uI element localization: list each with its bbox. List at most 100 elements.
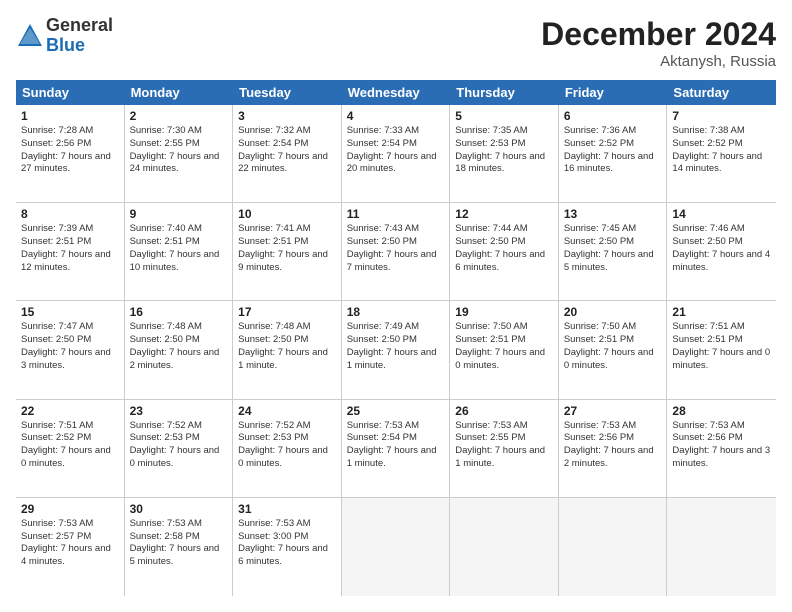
- logo-blue: Blue: [46, 36, 113, 56]
- calendar-cell: 25Sunrise: 7:53 AM Sunset: 2:54 PM Dayli…: [342, 400, 451, 497]
- cell-info: Sunrise: 7:53 AM Sunset: 2:56 PM Dayligh…: [564, 420, 662, 471]
- cell-info: Sunrise: 7:51 AM Sunset: 2:51 PM Dayligh…: [672, 321, 771, 372]
- cell-info: Sunrise: 7:52 AM Sunset: 2:53 PM Dayligh…: [130, 420, 228, 471]
- cell-info: Sunrise: 7:51 AM Sunset: 2:52 PM Dayligh…: [21, 420, 119, 471]
- calendar-cell: 2 Sunrise: 7:30 AM Sunset: 2:55 PM Daylig…: [125, 105, 234, 202]
- calendar-cell: 22 Sunrise: 7:51 AM Sunset: 2:52 PM Dayli…: [16, 400, 125, 497]
- calendar-cell: 23 Sunrise: 7:52 AM Sunset: 2:53 PM Dayli…: [125, 400, 234, 497]
- day-number: 9: [130, 207, 228, 221]
- day-number: 18: [347, 305, 445, 319]
- calendar-cell: 1 Sunrise: 7:28 AM Sunset: 2:56 PM Daylig…: [16, 105, 125, 202]
- calendar-cell: 21 Sunrise: 7:51 AM Sunset: 2:51 PM Dayli…: [667, 301, 776, 398]
- month-title: December 2024: [541, 16, 776, 53]
- calendar-cell: 26Sunrise: 7:53 AM Sunset: 2:55 PM Dayli…: [450, 400, 559, 497]
- calendar-cell: 18 Sunrise: 7:49 AM Sunset: 2:50 PM Dayli…: [342, 301, 451, 398]
- calendar-cell: 28 Sunrise: 7:53 AM Sunset: 2:56 PM Dayli…: [667, 400, 776, 497]
- cell-info: Sunrise: 7:52 AM Sunset: 2:53 PM Dayligh…: [238, 420, 336, 471]
- calendar-cell: 15 Sunrise: 7:47 AM Sunset: 2:50 PM Dayli…: [16, 301, 125, 398]
- day-number: 1: [21, 109, 119, 123]
- calendar-cell: 27Sunrise: 7:53 AM Sunset: 2:56 PM Dayli…: [559, 400, 668, 497]
- calendar-cell: 31Sunrise: 7:53 AM Sunset: 3:00 PM Dayli…: [233, 498, 342, 596]
- header-day: Thursday: [450, 80, 559, 105]
- logo: General Blue: [16, 16, 113, 56]
- calendar-cell: 20Sunrise: 7:50 AM Sunset: 2:51 PM Dayli…: [559, 301, 668, 398]
- cell-info: Sunrise: 7:46 AM Sunset: 2:50 PM Dayligh…: [672, 223, 771, 274]
- calendar-row: 22 Sunrise: 7:51 AM Sunset: 2:52 PM Dayli…: [16, 400, 776, 498]
- calendar-header: SundayMondayTuesdayWednesdayThursdayFrid…: [16, 80, 776, 105]
- day-number: 2: [130, 109, 228, 123]
- calendar: SundayMondayTuesdayWednesdayThursdayFrid…: [16, 80, 776, 596]
- day-number: 24: [238, 404, 336, 418]
- calendar-cell: [559, 498, 668, 596]
- day-number: 22: [21, 404, 119, 418]
- day-number: 13: [564, 207, 662, 221]
- calendar-cell: 17Sunrise: 7:48 AM Sunset: 2:50 PM Dayli…: [233, 301, 342, 398]
- location: Aktanysh, Russia: [541, 53, 776, 70]
- calendar-body: 1 Sunrise: 7:28 AM Sunset: 2:56 PM Daylig…: [16, 105, 776, 596]
- day-number: 19: [455, 305, 553, 319]
- calendar-cell: 5 Sunrise: 7:35 AM Sunset: 2:53 PM Daylig…: [450, 105, 559, 202]
- calendar-cell: 6 Sunrise: 7:36 AM Sunset: 2:52 PM Daylig…: [559, 105, 668, 202]
- day-number: 21: [672, 305, 771, 319]
- day-number: 4: [347, 109, 445, 123]
- calendar-cell: 16Sunrise: 7:48 AM Sunset: 2:50 PM Dayli…: [125, 301, 234, 398]
- calendar-cell: 11Sunrise: 7:43 AM Sunset: 2:50 PM Dayli…: [342, 203, 451, 300]
- day-number: 26: [455, 404, 553, 418]
- calendar-cell: 14 Sunrise: 7:46 AM Sunset: 2:50 PM Dayli…: [667, 203, 776, 300]
- cell-info: Sunrise: 7:36 AM Sunset: 2:52 PM Dayligh…: [564, 125, 662, 176]
- header-day: Sunday: [16, 80, 125, 105]
- cell-info: Sunrise: 7:35 AM Sunset: 2:53 PM Dayligh…: [455, 125, 553, 176]
- calendar-cell: [667, 498, 776, 596]
- day-number: 11: [347, 207, 445, 221]
- logo-general: General: [46, 16, 113, 36]
- day-number: 7: [672, 109, 771, 123]
- cell-info: Sunrise: 7:30 AM Sunset: 2:55 PM Dayligh…: [130, 125, 228, 176]
- header-day: Tuesday: [233, 80, 342, 105]
- cell-info: Sunrise: 7:38 AM Sunset: 2:52 PM Dayligh…: [672, 125, 771, 176]
- header: General Blue December 2024 Aktanysh, Rus…: [16, 16, 776, 70]
- cell-info: Sunrise: 7:53 AM Sunset: 2:58 PM Dayligh…: [130, 518, 228, 569]
- calendar-row: 1 Sunrise: 7:28 AM Sunset: 2:56 PM Daylig…: [16, 105, 776, 203]
- day-number: 23: [130, 404, 228, 418]
- cell-info: Sunrise: 7:32 AM Sunset: 2:54 PM Dayligh…: [238, 125, 336, 176]
- header-day: Monday: [125, 80, 234, 105]
- day-number: 3: [238, 109, 336, 123]
- day-number: 15: [21, 305, 119, 319]
- cell-info: Sunrise: 7:44 AM Sunset: 2:50 PM Dayligh…: [455, 223, 553, 274]
- logo-icon: [16, 22, 44, 50]
- day-number: 30: [130, 502, 228, 516]
- calendar-cell: 19Sunrise: 7:50 AM Sunset: 2:51 PM Dayli…: [450, 301, 559, 398]
- day-number: 6: [564, 109, 662, 123]
- calendar-row: 15 Sunrise: 7:47 AM Sunset: 2:50 PM Dayli…: [16, 301, 776, 399]
- cell-info: Sunrise: 7:33 AM Sunset: 2:54 PM Dayligh…: [347, 125, 445, 176]
- day-number: 20: [564, 305, 662, 319]
- cell-info: Sunrise: 7:53 AM Sunset: 2:57 PM Dayligh…: [21, 518, 119, 569]
- cell-info: Sunrise: 7:28 AM Sunset: 2:56 PM Dayligh…: [21, 125, 119, 176]
- title-block: December 2024 Aktanysh, Russia: [541, 16, 776, 70]
- calendar-cell: 10Sunrise: 7:41 AM Sunset: 2:51 PM Dayli…: [233, 203, 342, 300]
- day-number: 14: [672, 207, 771, 221]
- cell-info: Sunrise: 7:40 AM Sunset: 2:51 PM Dayligh…: [130, 223, 228, 274]
- calendar-cell: 13 Sunrise: 7:45 AM Sunset: 2:50 PM Dayli…: [559, 203, 668, 300]
- day-number: 25: [347, 404, 445, 418]
- cell-info: Sunrise: 7:53 AM Sunset: 2:56 PM Dayligh…: [672, 420, 771, 471]
- calendar-cell: 4 Sunrise: 7:33 AM Sunset: 2:54 PM Daylig…: [342, 105, 451, 202]
- calendar-cell: 30 Sunrise: 7:53 AM Sunset: 2:58 PM Dayli…: [125, 498, 234, 596]
- header-day: Saturday: [667, 80, 776, 105]
- logo-text: General Blue: [46, 16, 113, 56]
- cell-info: Sunrise: 7:48 AM Sunset: 2:50 PM Dayligh…: [130, 321, 228, 372]
- calendar-cell: 3 Sunrise: 7:32 AM Sunset: 2:54 PM Daylig…: [233, 105, 342, 202]
- day-number: 5: [455, 109, 553, 123]
- calendar-cell: 8Sunrise: 7:39 AM Sunset: 2:51 PM Daylig…: [16, 203, 125, 300]
- page: General Blue December 2024 Aktanysh, Rus…: [0, 0, 792, 612]
- day-number: 29: [21, 502, 119, 516]
- cell-info: Sunrise: 7:49 AM Sunset: 2:50 PM Dayligh…: [347, 321, 445, 372]
- cell-info: Sunrise: 7:47 AM Sunset: 2:50 PM Dayligh…: [21, 321, 119, 372]
- calendar-cell: 9 Sunrise: 7:40 AM Sunset: 2:51 PM Daylig…: [125, 203, 234, 300]
- day-number: 28: [672, 404, 771, 418]
- cell-info: Sunrise: 7:53 AM Sunset: 3:00 PM Dayligh…: [238, 518, 336, 569]
- header-day: Friday: [559, 80, 668, 105]
- calendar-cell: [342, 498, 451, 596]
- cell-info: Sunrise: 7:45 AM Sunset: 2:50 PM Dayligh…: [564, 223, 662, 274]
- day-number: 8: [21, 207, 119, 221]
